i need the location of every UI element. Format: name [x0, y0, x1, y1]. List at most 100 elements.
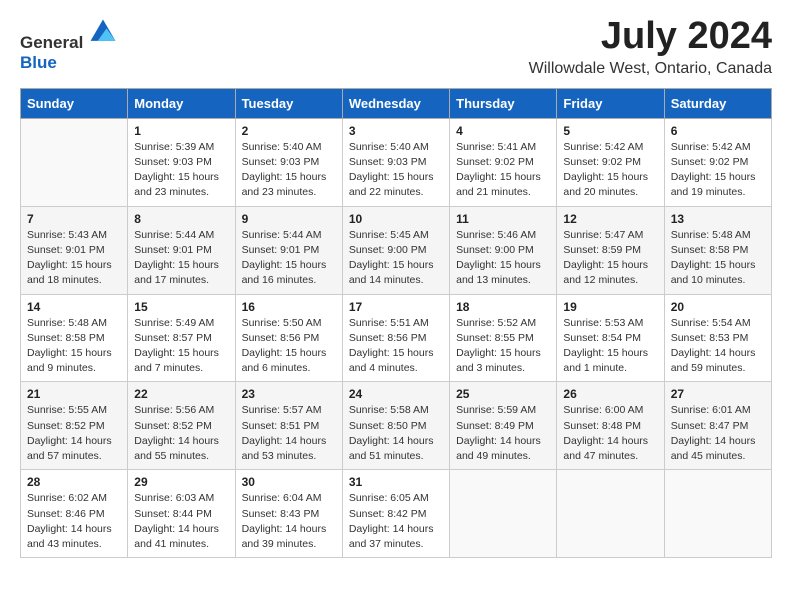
col-header-friday: Friday [557, 88, 664, 118]
col-header-thursday: Thursday [450, 88, 557, 118]
logo-general-text: General [20, 33, 83, 52]
day-number: 23 [242, 387, 336, 401]
day-number: 13 [671, 212, 765, 226]
calendar-cell: 2 Sunrise: 5:40 AM Sunset: 9:03 PM Daylig… [235, 118, 342, 206]
day-info: Sunrise: 5:44 AM Sunset: 9:01 PM Dayligh… [134, 228, 228, 289]
calendar-cell: 25Sunrise: 5:59 AM Sunset: 8:49 PM Dayli… [450, 382, 557, 470]
week-row-5: 28 Sunrise: 6:02 AM Sunset: 8:46 PM Dayli… [21, 470, 772, 558]
day-info: Sunrise: 5:42 AM Sunset: 9:02 PM Dayligh… [671, 140, 765, 201]
week-row-1: 1 Sunrise: 5:39 AM Sunset: 9:03 PM Daylig… [21, 118, 772, 206]
day-info: Sunrise: 5:52 AM Sunset: 8:55 PM Dayligh… [456, 316, 550, 377]
day-number: 17 [349, 300, 443, 314]
day-number: 20 [671, 300, 765, 314]
day-number: 18 [456, 300, 550, 314]
calendar-cell: 21Sunrise: 5:55 AM Sunset: 8:52 PM Dayli… [21, 382, 128, 470]
calendar-cell: 30 Sunrise: 6:04 AM Sunset: 8:43 PM Dayli… [235, 470, 342, 558]
calendar-cell: 4Sunrise: 5:41 AM Sunset: 9:02 PM Daylig… [450, 118, 557, 206]
day-info: Sunrise: 5:57 AM Sunset: 8:51 PM Dayligh… [242, 403, 336, 464]
day-number: 9 [242, 212, 336, 226]
col-header-wednesday: Wednesday [342, 88, 449, 118]
title-area: July 2024 Willowdale West, Ontario, Cana… [529, 16, 772, 78]
calendar-header-row: SundayMondayTuesdayWednesdayThursdayFrid… [21, 88, 772, 118]
day-info: Sunrise: 5:42 AM Sunset: 9:02 PM Dayligh… [563, 140, 657, 201]
day-number: 16 [242, 300, 336, 314]
day-number: 7 [27, 212, 121, 226]
day-number: 3 [349, 124, 443, 138]
day-info: Sunrise: 6:00 AM Sunset: 8:48 PM Dayligh… [563, 403, 657, 464]
calendar-cell: 29Sunrise: 6:03 AM Sunset: 8:44 PM Dayli… [128, 470, 235, 558]
day-number: 11 [456, 212, 550, 226]
day-info: Sunrise: 6:04 AM Sunset: 8:43 PM Dayligh… [242, 491, 336, 552]
header: General Blue July 2024 Willowdale West, … [20, 16, 772, 78]
calendar-cell: 19 Sunrise: 5:53 AM Sunset: 8:54 PM Dayli… [557, 294, 664, 382]
calendar-cell: 11 Sunrise: 5:46 AM Sunset: 9:00 PM Dayli… [450, 206, 557, 294]
calendar-cell: 26 Sunrise: 6:00 AM Sunset: 8:48 PM Dayli… [557, 382, 664, 470]
day-info: Sunrise: 6:02 AM Sunset: 8:46 PM Dayligh… [27, 491, 121, 552]
calendar-table: SundayMondayTuesdayWednesdayThursdayFrid… [20, 88, 772, 558]
day-info: Sunrise: 5:43 AM Sunset: 9:01 PM Dayligh… [27, 228, 121, 289]
day-info: Sunrise: 5:53 AM Sunset: 8:54 PM Dayligh… [563, 316, 657, 377]
subtitle: Willowdale West, Ontario, Canada [529, 60, 772, 78]
day-number: 19 [563, 300, 657, 314]
calendar-cell: 8 Sunrise: 5:44 AM Sunset: 9:01 PM Daylig… [128, 206, 235, 294]
day-number: 15 [134, 300, 228, 314]
day-info: Sunrise: 5:39 AM Sunset: 9:03 PM Dayligh… [134, 140, 228, 201]
calendar-cell: 14 Sunrise: 5:48 AM Sunset: 8:58 PM Dayli… [21, 294, 128, 382]
calendar-cell: 10Sunrise: 5:45 AM Sunset: 9:00 PM Dayli… [342, 206, 449, 294]
day-info: Sunrise: 5:51 AM Sunset: 8:56 PM Dayligh… [349, 316, 443, 377]
calendar-cell: 23 Sunrise: 5:57 AM Sunset: 8:51 PM Dayli… [235, 382, 342, 470]
day-info: Sunrise: 6:03 AM Sunset: 8:44 PM Dayligh… [134, 491, 228, 552]
day-number: 8 [134, 212, 228, 226]
calendar-cell: 17 Sunrise: 5:51 AM Sunset: 8:56 PM Dayli… [342, 294, 449, 382]
day-info: Sunrise: 5:48 AM Sunset: 8:58 PM Dayligh… [671, 228, 765, 289]
week-row-3: 14 Sunrise: 5:48 AM Sunset: 8:58 PM Dayli… [21, 294, 772, 382]
calendar-cell: 9 Sunrise: 5:44 AM Sunset: 9:01 PM Daylig… [235, 206, 342, 294]
day-number: 26 [563, 387, 657, 401]
day-number: 30 [242, 475, 336, 489]
calendar-cell: 27Sunrise: 6:01 AM Sunset: 8:47 PM Dayli… [664, 382, 771, 470]
day-info: Sunrise: 5:45 AM Sunset: 9:00 PM Dayligh… [349, 228, 443, 289]
calendar-cell: 3 Sunrise: 5:40 AM Sunset: 9:03 PM Daylig… [342, 118, 449, 206]
calendar-cell: 6 Sunrise: 5:42 AM Sunset: 9:02 PM Daylig… [664, 118, 771, 206]
calendar-cell [664, 470, 771, 558]
day-number: 2 [242, 124, 336, 138]
col-header-sunday: Sunday [21, 88, 128, 118]
logo-icon [87, 16, 119, 48]
week-row-4: 21Sunrise: 5:55 AM Sunset: 8:52 PM Dayli… [21, 382, 772, 470]
day-info: Sunrise: 5:47 AM Sunset: 8:59 PM Dayligh… [563, 228, 657, 289]
day-info: Sunrise: 5:56 AM Sunset: 8:52 PM Dayligh… [134, 403, 228, 464]
calendar-cell: 18 Sunrise: 5:52 AM Sunset: 8:55 PM Dayli… [450, 294, 557, 382]
calendar-cell [557, 470, 664, 558]
day-info: Sunrise: 5:40 AM Sunset: 9:03 PM Dayligh… [242, 140, 336, 201]
col-header-tuesday: Tuesday [235, 88, 342, 118]
col-header-saturday: Saturday [664, 88, 771, 118]
day-number: 6 [671, 124, 765, 138]
calendar-cell: 12Sunrise: 5:47 AM Sunset: 8:59 PM Dayli… [557, 206, 664, 294]
day-number: 14 [27, 300, 121, 314]
day-number: 21 [27, 387, 121, 401]
calendar-cell: 1 Sunrise: 5:39 AM Sunset: 9:03 PM Daylig… [128, 118, 235, 206]
day-info: Sunrise: 5:40 AM Sunset: 9:03 PM Dayligh… [349, 140, 443, 201]
calendar-cell: 20Sunrise: 5:54 AM Sunset: 8:53 PM Dayli… [664, 294, 771, 382]
day-info: Sunrise: 5:41 AM Sunset: 9:02 PM Dayligh… [456, 140, 550, 201]
calendar-cell [450, 470, 557, 558]
calendar-cell: 24Sunrise: 5:58 AM Sunset: 8:50 PM Dayli… [342, 382, 449, 470]
day-info: Sunrise: 5:44 AM Sunset: 9:01 PM Dayligh… [242, 228, 336, 289]
day-number: 5 [563, 124, 657, 138]
day-info: Sunrise: 5:59 AM Sunset: 8:49 PM Dayligh… [456, 403, 550, 464]
day-info: Sunrise: 5:46 AM Sunset: 9:00 PM Dayligh… [456, 228, 550, 289]
day-number: 1 [134, 124, 228, 138]
main-title: July 2024 [529, 16, 772, 58]
day-info: Sunrise: 5:48 AM Sunset: 8:58 PM Dayligh… [27, 316, 121, 377]
calendar-cell: 7 Sunrise: 5:43 AM Sunset: 9:01 PM Daylig… [21, 206, 128, 294]
calendar-cell: 13 Sunrise: 5:48 AM Sunset: 8:58 PM Dayli… [664, 206, 771, 294]
day-number: 31 [349, 475, 443, 489]
calendar-cell: 31Sunrise: 6:05 AM Sunset: 8:42 PM Dayli… [342, 470, 449, 558]
calendar-cell: 28 Sunrise: 6:02 AM Sunset: 8:46 PM Dayli… [21, 470, 128, 558]
day-info: Sunrise: 5:49 AM Sunset: 8:57 PM Dayligh… [134, 316, 228, 377]
week-row-2: 7 Sunrise: 5:43 AM Sunset: 9:01 PM Daylig… [21, 206, 772, 294]
col-header-monday: Monday [128, 88, 235, 118]
day-number: 28 [27, 475, 121, 489]
logo-blue-text: Blue [20, 53, 57, 72]
calendar-cell: 22Sunrise: 5:56 AM Sunset: 8:52 PM Dayli… [128, 382, 235, 470]
